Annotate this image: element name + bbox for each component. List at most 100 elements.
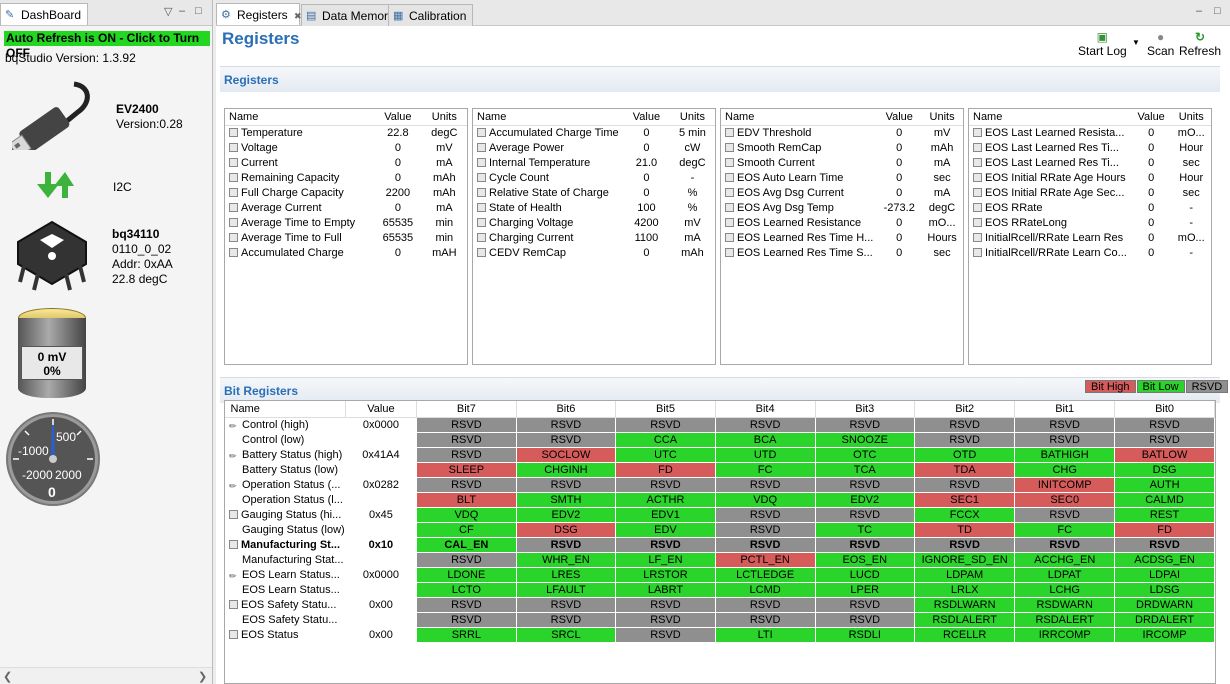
bit-cell[interactable]: LCMD: [714, 581, 816, 598]
bit-cell[interactable]: FD: [1114, 521, 1215, 538]
bit-cell[interactable]: SEC0: [1014, 491, 1116, 508]
bit-cell[interactable]: SEC1: [914, 491, 1016, 508]
bit-cell[interactable]: SOCLOW: [515, 446, 617, 463]
edit-pencil-icon[interactable]: ✏: [229, 481, 239, 491]
register-row[interactable]: Current 0 mA: [225, 156, 467, 171]
bit-cell[interactable]: RSVD: [714, 611, 816, 628]
bit-cell[interactable]: LDONE: [416, 566, 517, 583]
bit-cell[interactable]: RSVD: [814, 611, 916, 628]
register-select-checkbox[interactable]: [725, 233, 734, 242]
register-row[interactable]: Average Time to Full 65535 min: [225, 231, 467, 246]
register-row[interactable]: Average Power 0 cW: [473, 141, 715, 156]
register-row[interactable]: Smooth Current 0 mA: [721, 156, 963, 171]
bit-cell[interactable]: LRSTOR: [615, 566, 716, 583]
bit-cell[interactable]: RSVD: [1014, 536, 1116, 553]
bit-cell[interactable]: TD: [914, 521, 1016, 538]
bit-cell[interactable]: RSVD: [714, 416, 816, 433]
register-row[interactable]: EOS Last Learned Resista... 0 mO...: [969, 126, 1211, 142]
register-select-checkbox[interactable]: [973, 173, 982, 182]
bit-cell[interactable]: RSDALERT: [1014, 611, 1116, 628]
bit-cell[interactable]: BCA: [714, 431, 816, 448]
register-row[interactable]: EOS Initial RRate Age Hours 0 Hour: [969, 171, 1211, 186]
bit-cell[interactable]: CHG: [1014, 461, 1116, 478]
bit-cell[interactable]: AUTH: [1114, 476, 1215, 493]
tab-data-memory[interactable]: ▤ Data Memory: [301, 4, 402, 26]
bit-cell[interactable]: OTC: [814, 446, 916, 463]
register-row[interactable]: Average Current 0 mA: [225, 201, 467, 216]
register-select-checkbox[interactable]: [229, 599, 238, 609]
bit-cell[interactable]: UTD: [714, 446, 816, 463]
register-row[interactable]: EOS Learned Resistance 0 mO...: [721, 216, 963, 231]
bit-cell[interactable]: RSVD: [515, 596, 617, 613]
bit-cell[interactable]: IRRCOMP: [1014, 626, 1116, 643]
bit-cell[interactable]: LDSG: [1114, 581, 1215, 598]
tab-registers[interactable]: ⚙ Registers ✖: [216, 3, 302, 25]
bit-cell[interactable]: RSVD: [1114, 431, 1215, 448]
bit-cell[interactable]: RSVD: [416, 476, 517, 493]
register-row[interactable]: Accumulated Charge Time 0 5 min: [473, 126, 715, 142]
register-row[interactable]: Cycle Count 0 -: [473, 171, 715, 186]
register-select-checkbox[interactable]: [973, 188, 982, 197]
bit-cell[interactable]: LDPAI: [1114, 566, 1215, 583]
bit-cell[interactable]: RSVD: [914, 536, 1016, 553]
register-select-checkbox[interactable]: [725, 143, 734, 152]
bit-cell[interactable]: IGNORE_SD_EN: [914, 551, 1016, 568]
register-row[interactable]: Voltage 0 mV: [225, 141, 467, 156]
bit-cell[interactable]: RSVD: [914, 476, 1016, 493]
bit-cell[interactable]: VDQ: [416, 506, 517, 523]
register-select-checkbox[interactable]: [973, 203, 982, 212]
tab-calibration[interactable]: ▦ Calibration: [388, 4, 474, 26]
register-select-checkbox[interactable]: [229, 188, 238, 197]
bit-cell[interactable]: RSVD: [814, 596, 916, 613]
bit-cell[interactable]: RSVD: [714, 596, 816, 613]
bit-cell[interactable]: LCHG: [1014, 581, 1116, 598]
register-select-checkbox[interactable]: [477, 173, 486, 182]
bit-cell[interactable]: DSG: [515, 521, 617, 538]
bit-cell[interactable]: RSVD: [416, 596, 517, 613]
edit-pencil-icon[interactable]: ✏: [229, 421, 239, 431]
bit-cell[interactable]: LABRT: [615, 581, 716, 598]
register-row[interactable]: EOS Initial RRate Age Sec... 0 sec: [969, 186, 1211, 201]
bit-cell[interactable]: RSDLWARN: [914, 596, 1016, 613]
register-select-checkbox[interactable]: [973, 248, 982, 257]
bit-cell[interactable]: RSVD: [515, 416, 617, 433]
register-select-checkbox[interactable]: [229, 173, 238, 182]
register-select-checkbox[interactable]: [725, 218, 734, 227]
bit-cell[interactable]: LCTO: [416, 581, 517, 598]
register-row[interactable]: CEDV RemCap 0 mAh: [473, 246, 715, 261]
bit-cell[interactable]: DSG: [1114, 461, 1215, 478]
bit-cell[interactable]: ACTHR: [615, 491, 716, 508]
register-row[interactable]: EOS Last Learned Res Ti... 0 sec: [969, 156, 1211, 171]
bit-cell[interactable]: CCA: [615, 431, 716, 448]
bit-cell[interactable]: RSVD: [714, 476, 816, 493]
register-select-checkbox[interactable]: [229, 539, 238, 549]
bit-cell[interactable]: LDPAM: [914, 566, 1016, 583]
bit-cell[interactable]: EDV: [615, 521, 716, 538]
bit-cell[interactable]: FC: [714, 461, 816, 478]
bit-cell[interactable]: LRES: [515, 566, 617, 583]
bit-cell[interactable]: CAL_EN: [416, 536, 517, 553]
register-select-checkbox[interactable]: [229, 128, 238, 137]
bit-cell[interactable]: WHR_EN: [515, 551, 617, 568]
register-row[interactable]: EDV Threshold 0 mV: [721, 126, 963, 142]
register-select-checkbox[interactable]: [229, 248, 238, 257]
bit-cell[interactable]: RSVD: [615, 536, 716, 553]
register-row[interactable]: Temperature 22.8 degC: [225, 126, 467, 142]
bit-cell[interactable]: RSVD: [914, 416, 1016, 433]
register-row[interactable]: Charging Voltage 4200 mV: [473, 216, 715, 231]
register-row[interactable]: Full Charge Capacity 2200 mAh: [225, 186, 467, 201]
register-row[interactable]: Accumulated Charge 0 mAH: [225, 246, 467, 261]
register-row[interactable]: EOS Avg Dsg Temp -273.2 degC: [721, 201, 963, 216]
bit-cell[interactable]: RCELLR: [914, 626, 1016, 643]
register-select-checkbox[interactable]: [477, 233, 486, 242]
edit-pencil-icon[interactable]: ✏: [229, 451, 239, 461]
register-select-checkbox[interactable]: [725, 173, 734, 182]
bit-cell[interactable]: UTC: [615, 446, 716, 463]
bit-cell[interactable]: RSVD: [1014, 506, 1116, 523]
bit-cell[interactable]: SMTH: [515, 491, 617, 508]
register-row[interactable]: State of Health 100%: [473, 201, 715, 216]
register-row[interactable]: EOS RRateLong 0 -: [969, 216, 1211, 231]
bit-cell[interactable]: VDQ: [714, 491, 816, 508]
bit-cell[interactable]: REST: [1114, 506, 1215, 523]
bit-cell[interactable]: RSVD: [814, 416, 916, 433]
